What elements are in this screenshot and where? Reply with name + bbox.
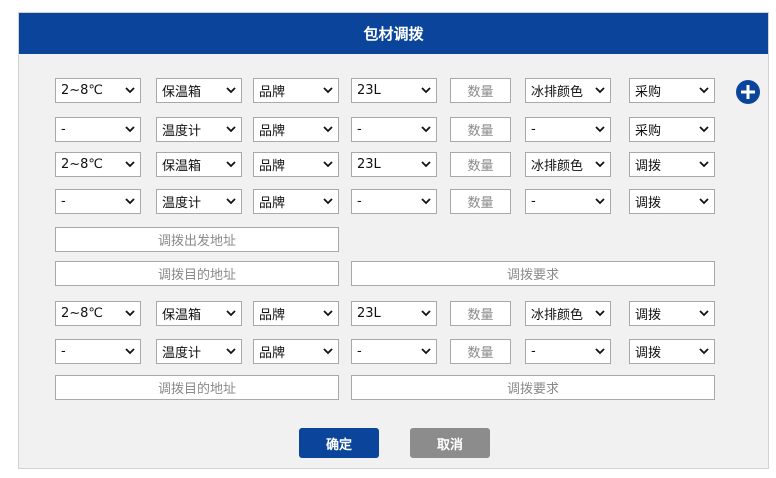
temperature-select[interactable]: 2~8℃: [55, 301, 141, 326]
select-value: 调拨: [635, 346, 662, 361]
select-value: -: [357, 344, 362, 359]
select-value: 保温箱: [162, 308, 202, 323]
quantity-input[interactable]: 数量: [450, 152, 511, 177]
quantity-placeholder: 数量: [467, 308, 494, 323]
select-value: 品牌: [259, 196, 286, 211]
source-type-select[interactable]: 调拨: [629, 339, 715, 364]
temperature-select[interactable]: -: [55, 189, 141, 214]
quantity-input[interactable]: 数量: [450, 339, 511, 364]
quantity-input[interactable]: 数量: [450, 189, 511, 214]
select-value: 品牌: [259, 85, 286, 100]
brand-select[interactable]: 品牌: [253, 339, 339, 364]
temperature-select[interactable]: 2~8℃: [55, 78, 141, 103]
temperature-select[interactable]: -: [55, 339, 141, 364]
select-value: 2~8℃: [61, 83, 104, 98]
brand-select[interactable]: 品牌: [253, 152, 339, 177]
confirm-button[interactable]: 确定: [299, 428, 379, 458]
select-value: -: [531, 122, 536, 137]
quantity-placeholder: 数量: [467, 124, 494, 139]
equipment-select[interactable]: 温度计: [156, 117, 242, 142]
volume-select[interactable]: 23L: [351, 301, 437, 326]
source-type-select[interactable]: 调拨: [629, 189, 715, 214]
allocation-requirement-input-2[interactable]: 调拨要求: [351, 375, 715, 400]
select-value: -: [357, 122, 362, 137]
select-value: 温度计: [162, 346, 202, 361]
select-value: 品牌: [259, 159, 286, 174]
select-value: 23L: [357, 157, 381, 172]
volume-select[interactable]: 23L: [351, 152, 437, 177]
select-value: 保温箱: [162, 85, 202, 100]
select-value: 温度计: [162, 124, 202, 139]
allocation-requirement-input[interactable]: 调拨要求: [351, 261, 715, 286]
ice-pack-color-select[interactable]: 冰排颜色: [525, 78, 611, 103]
source-type-select[interactable]: 采购: [629, 117, 715, 142]
quantity-input[interactable]: 数量: [450, 78, 511, 103]
destination-address-input-2[interactable]: 调拨目的地址: [55, 375, 339, 400]
quantity-input[interactable]: 数量: [450, 301, 511, 326]
volume-select[interactable]: -: [351, 117, 437, 142]
destination-address-input[interactable]: 调拨目的地址: [55, 261, 339, 286]
source-type-select[interactable]: 采购: [629, 78, 715, 103]
brand-select[interactable]: 品牌: [253, 117, 339, 142]
select-value: 保温箱: [162, 159, 202, 174]
select-value: -: [531, 194, 536, 209]
select-value: 冰排颜色: [531, 85, 584, 100]
brand-select[interactable]: 品牌: [253, 78, 339, 103]
select-value: -: [61, 122, 66, 137]
select-value: -: [531, 344, 536, 359]
select-value: 23L: [357, 306, 381, 321]
source-type-select[interactable]: 调拨: [629, 152, 715, 177]
volume-select[interactable]: -: [351, 189, 437, 214]
select-value: -: [61, 344, 66, 359]
equipment-select[interactable]: 温度计: [156, 189, 242, 214]
volume-select[interactable]: 23L: [351, 78, 437, 103]
select-value: 23L: [357, 83, 381, 98]
equipment-select[interactable]: 温度计: [156, 339, 242, 364]
select-value: 品牌: [259, 124, 286, 139]
cancel-button[interactable]: 取消: [410, 428, 490, 458]
temperature-select[interactable]: 2~8℃: [55, 152, 141, 177]
select-value: 冰排颜色: [531, 159, 584, 174]
select-value: 2~8℃: [61, 306, 104, 321]
source-type-select[interactable]: 调拨: [629, 301, 715, 326]
select-value: 调拨: [635, 159, 662, 174]
plus-icon: [741, 85, 755, 99]
quantity-placeholder: 数量: [467, 85, 494, 100]
origin-address-input[interactable]: 调拨出发地址: [55, 227, 339, 252]
quantity-placeholder: 数量: [467, 196, 494, 211]
equipment-select[interactable]: 保温箱: [156, 301, 242, 326]
dialog-title: 包材调拨: [19, 13, 768, 54]
ice-pack-color-select[interactable]: -: [525, 339, 611, 364]
select-value: 调拨: [635, 308, 662, 323]
add-row-button[interactable]: [736, 80, 760, 104]
volume-select[interactable]: -: [351, 339, 437, 364]
select-value: 品牌: [259, 308, 286, 323]
select-value: 采购: [635, 85, 662, 100]
select-value: 采购: [635, 124, 662, 139]
select-value: -: [61, 194, 66, 209]
quantity-placeholder: 数量: [467, 346, 494, 361]
equipment-select[interactable]: 保温箱: [156, 78, 242, 103]
select-value: 2~8℃: [61, 157, 104, 172]
temperature-select[interactable]: -: [55, 117, 141, 142]
quantity-placeholder: 数量: [467, 159, 494, 174]
ice-pack-color-select[interactable]: -: [525, 117, 611, 142]
select-value: -: [357, 194, 362, 209]
ice-pack-color-select[interactable]: 冰排颜色: [525, 301, 611, 326]
select-value: 品牌: [259, 346, 286, 361]
equipment-select[interactable]: 保温箱: [156, 152, 242, 177]
brand-select[interactable]: 品牌: [253, 301, 339, 326]
ice-pack-color-select[interactable]: 冰排颜色: [525, 152, 611, 177]
select-value: 冰排颜色: [531, 308, 584, 323]
select-value: 温度计: [162, 196, 202, 211]
select-value: 调拨: [635, 196, 662, 211]
quantity-input[interactable]: 数量: [450, 117, 511, 142]
brand-select[interactable]: 品牌: [253, 189, 339, 214]
ice-pack-color-select[interactable]: -: [525, 189, 611, 214]
